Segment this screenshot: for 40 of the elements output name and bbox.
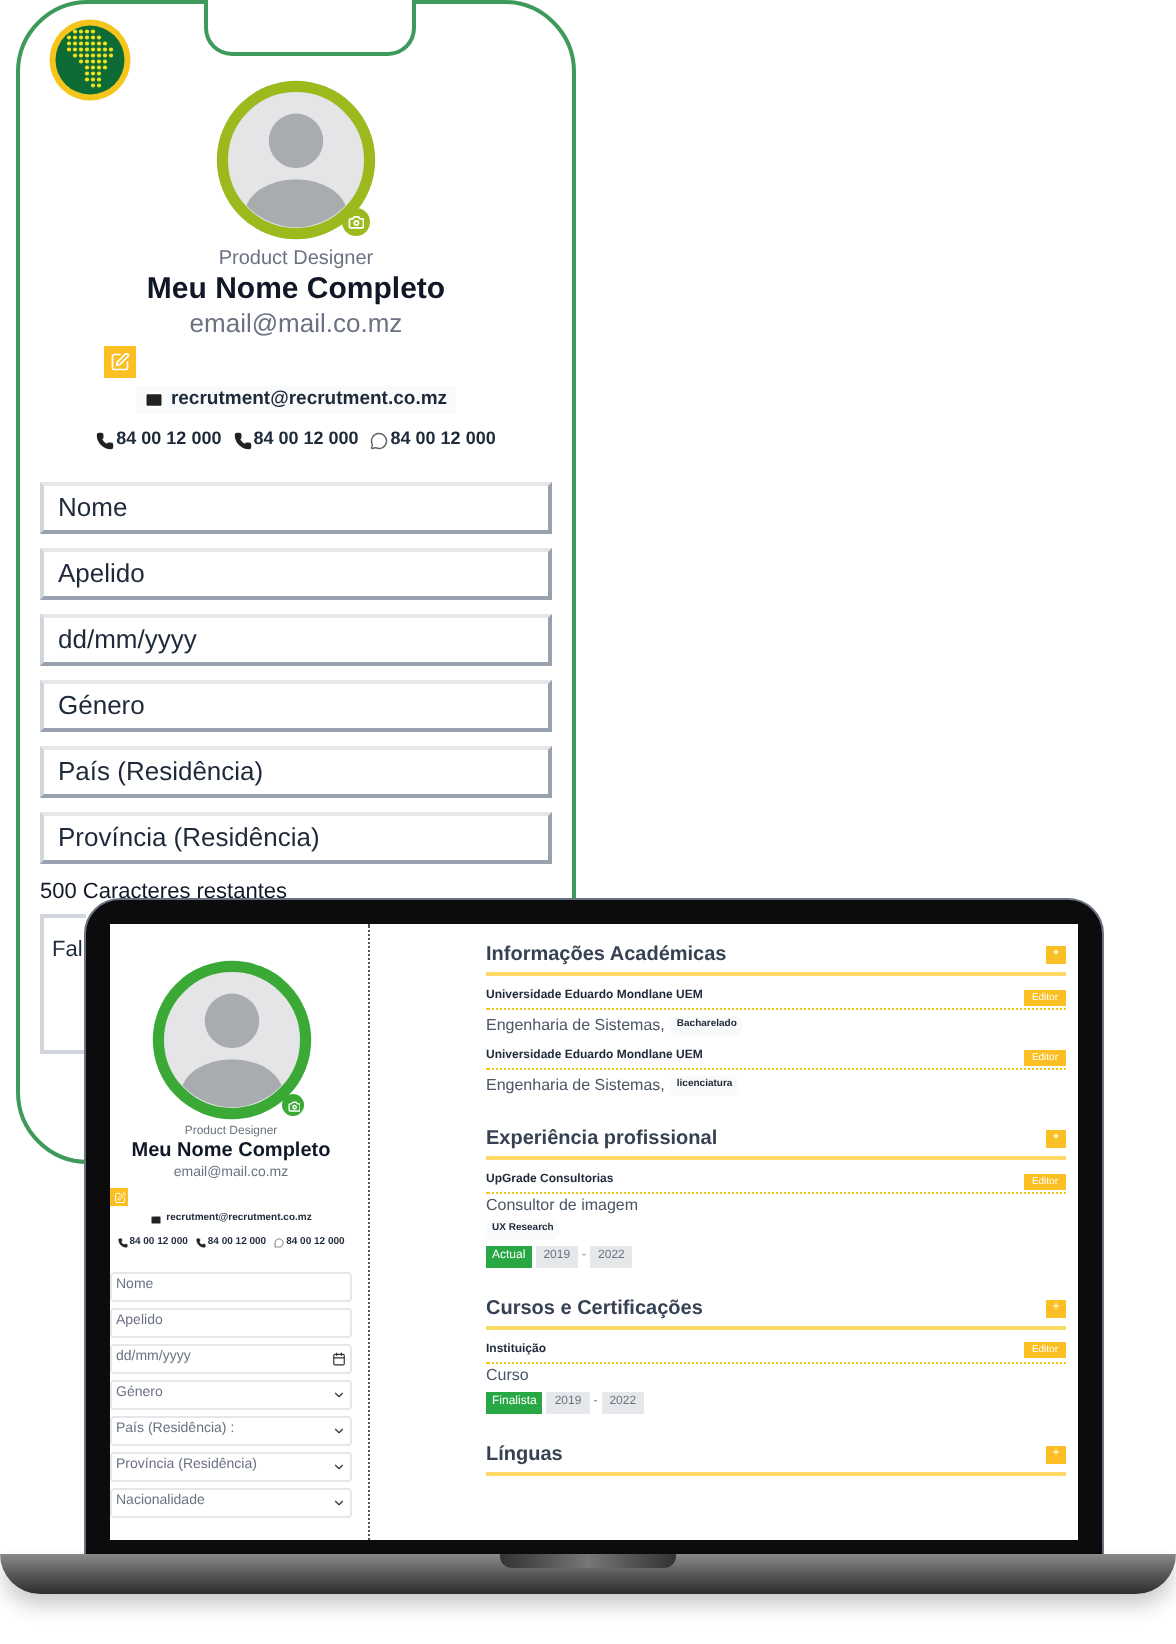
input-field[interactable]: Apelido [40, 547, 552, 600]
envelope-icon [150, 1213, 163, 1226]
entry-detail: Engenharia de Sistemas, [486, 1014, 665, 1038]
edit-button[interactable] [104, 346, 136, 378]
chevron-down-icon [332, 1460, 346, 1474]
phone-icon [96, 431, 115, 449]
contact-email: recrutment@recrutment.co.mz [170, 386, 448, 414]
chevron-down-icon [332, 1424, 346, 1438]
chevron-down-icon [332, 1496, 346, 1510]
section-heading: Informações Académicas [486, 942, 727, 970]
chat-bubble-icon [274, 1237, 285, 1248]
phone-number: 84 00 12 000 [253, 426, 359, 453]
phone-icon [117, 1237, 128, 1248]
full-name: Meu Nome Completo [146, 272, 446, 308]
character-counter: 500 Caracteres restantes [40, 877, 290, 908]
camera-icon[interactable] [341, 208, 370, 237]
chat-bubble-icon [370, 431, 389, 449]
phone-number: 84 00 12 000 [390, 426, 496, 453]
email-text: email@mail.co.mz [189, 308, 403, 340]
section-heading: Experiência profissional [486, 1126, 718, 1154]
calendar-icon [332, 1352, 346, 1366]
input-field[interactable]: Nome [40, 481, 552, 534]
phone-icon [195, 1237, 206, 1248]
phone-icon [233, 431, 252, 449]
section-heading: Línguas [486, 1441, 563, 1469]
input-field[interactable]: País (Residência) [40, 745, 552, 798]
entry-detail: Curso [486, 1365, 531, 1385]
phone-number: 84 00 12 000 [116, 426, 222, 453]
entry-detail: Consultor de imagem [486, 1196, 641, 1216]
edit-button[interactable] [110, 1188, 128, 1206]
input-field[interactable]: Género [40, 679, 552, 732]
job-title: Product Designer [218, 248, 374, 272]
chevron-down-icon [332, 1388, 346, 1402]
camera-icon[interactable] [282, 1094, 305, 1117]
input-field[interactable]: dd/mm/yyyy [40, 613, 552, 666]
entry-detail: Engenharia de Sistemas, [486, 1074, 665, 1098]
input-field[interactable]: Província (Residência) [40, 811, 552, 864]
full-name: Meu Nome Completo [131, 1140, 331, 1164]
logo-icon [48, 18, 132, 102]
section-heading: Cursos e Certificações [486, 1295, 703, 1323]
